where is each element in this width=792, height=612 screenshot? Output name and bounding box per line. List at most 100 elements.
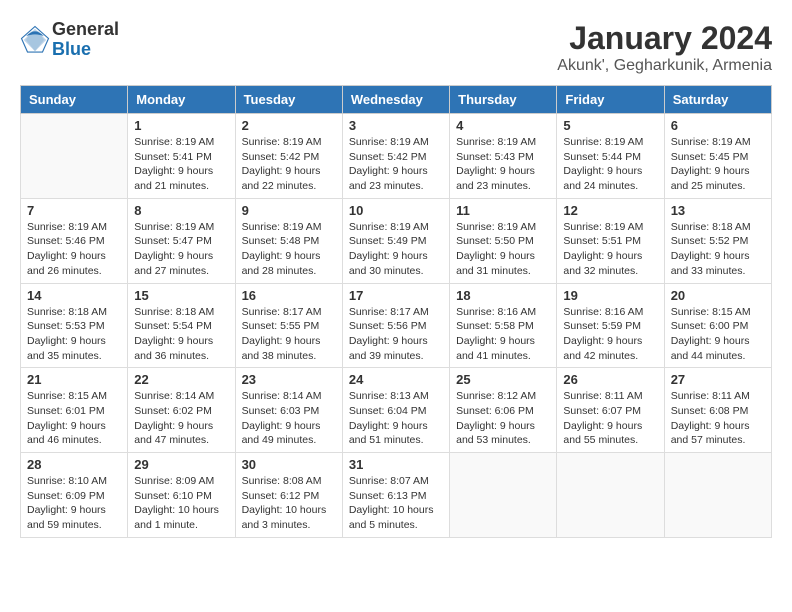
calendar-cell: 21 Sunrise: 8:15 AM Sunset: 6:01 PM Dayli…	[21, 368, 128, 453]
calendar-cell: 28 Sunrise: 8:10 AM Sunset: 6:09 PM Dayli…	[21, 453, 128, 538]
calendar-day-header: Friday	[557, 86, 664, 114]
day-number: 8	[134, 203, 228, 218]
calendar-cell: 16Sunrise: 8:17 AM Sunset: 5:55 PM Dayli…	[235, 283, 342, 368]
day-info: Sunrise: 8:19 AM Sunset: 5:41 PM Dayligh…	[134, 135, 228, 194]
day-number: 18	[456, 288, 550, 303]
day-number: 7	[27, 203, 121, 218]
day-info: Sunrise: 8:18 AM Sunset: 5:53 PM Dayligh…	[27, 305, 121, 364]
day-info: Sunrise: 8:17 AM Sunset: 5:56 PM Dayligh…	[349, 305, 443, 364]
calendar-cell: 9Sunrise: 8:19 AM Sunset: 5:48 PM Daylig…	[235, 198, 342, 283]
calendar-cell: 19 Sunrise: 8:16 AM Sunset: 5:59 PM Dayli…	[557, 283, 664, 368]
calendar-day-header: Monday	[128, 86, 235, 114]
logo-general: General	[52, 20, 119, 40]
calendar-cell: 29 Sunrise: 8:09 AM Sunset: 6:10 PM Dayli…	[128, 453, 235, 538]
calendar-day-header: Saturday	[664, 86, 771, 114]
calendar-cell: 5Sunrise: 8:19 AM Sunset: 5:44 PM Daylig…	[557, 114, 664, 199]
calendar-cell: 23Sunrise: 8:14 AM Sunset: 6:03 PM Dayli…	[235, 368, 342, 453]
calendar-week-row: 14 Sunrise: 8:18 AM Sunset: 5:53 PM Dayli…	[21, 283, 772, 368]
calendar-cell: 7 Sunrise: 8:19 AM Sunset: 5:46 PM Daylig…	[21, 198, 128, 283]
day-number: 30	[242, 457, 336, 472]
logo: General Blue	[20, 20, 119, 60]
day-number: 10	[349, 203, 443, 218]
day-info: Sunrise: 8:19 AM Sunset: 5:49 PM Dayligh…	[349, 220, 443, 279]
day-info: Sunrise: 8:15 AM Sunset: 6:00 PM Dayligh…	[671, 305, 765, 364]
day-info: Sunrise: 8:14 AM Sunset: 6:02 PM Dayligh…	[134, 389, 228, 448]
calendar-cell: 22 Sunrise: 8:14 AM Sunset: 6:02 PM Dayli…	[128, 368, 235, 453]
calendar-cell: 24 Sunrise: 8:13 AM Sunset: 6:04 PM Dayli…	[342, 368, 449, 453]
day-number: 16	[242, 288, 336, 303]
day-info: Sunrise: 8:19 AM Sunset: 5:42 PM Dayligh…	[349, 135, 443, 194]
day-number: 25	[456, 372, 550, 387]
day-number: 14	[27, 288, 121, 303]
day-info: Sunrise: 8:19 AM Sunset: 5:43 PM Dayligh…	[456, 135, 550, 194]
day-number: 23	[242, 372, 336, 387]
day-info: Sunrise: 8:16 AM Sunset: 5:58 PM Dayligh…	[456, 305, 550, 364]
day-info: Sunrise: 8:07 AM Sunset: 6:13 PM Dayligh…	[349, 474, 443, 533]
calendar-cell	[450, 453, 557, 538]
day-number: 11	[456, 203, 550, 218]
calendar-day-header: Wednesday	[342, 86, 449, 114]
calendar-cell: 10 Sunrise: 8:19 AM Sunset: 5:49 PM Dayli…	[342, 198, 449, 283]
day-info: Sunrise: 8:19 AM Sunset: 5:45 PM Dayligh…	[671, 135, 765, 194]
day-info: Sunrise: 8:08 AM Sunset: 6:12 PM Dayligh…	[242, 474, 336, 533]
calendar-cell: 2Sunrise: 8:19 AM Sunset: 5:42 PM Daylig…	[235, 114, 342, 199]
day-number: 26	[563, 372, 657, 387]
day-info: Sunrise: 8:15 AM Sunset: 6:01 PM Dayligh…	[27, 389, 121, 448]
calendar-week-row: 28 Sunrise: 8:10 AM Sunset: 6:09 PM Dayli…	[21, 453, 772, 538]
day-info: Sunrise: 8:19 AM Sunset: 5:46 PM Dayligh…	[27, 220, 121, 279]
day-number: 3	[349, 118, 443, 133]
day-info: Sunrise: 8:10 AM Sunset: 6:09 PM Dayligh…	[27, 474, 121, 533]
day-info: Sunrise: 8:11 AM Sunset: 6:07 PM Dayligh…	[563, 389, 657, 448]
calendar-cell: 11 Sunrise: 8:19 AM Sunset: 5:50 PM Dayli…	[450, 198, 557, 283]
day-info: Sunrise: 8:09 AM Sunset: 6:10 PM Dayligh…	[134, 474, 228, 533]
day-number: 5	[563, 118, 657, 133]
calendar-cell: 18 Sunrise: 8:16 AM Sunset: 5:58 PM Dayli…	[450, 283, 557, 368]
calendar-week-row: 1 Sunrise: 8:19 AM Sunset: 5:41 PM Daylig…	[21, 114, 772, 199]
day-number: 19	[563, 288, 657, 303]
day-info: Sunrise: 8:19 AM Sunset: 5:48 PM Dayligh…	[242, 220, 336, 279]
day-number: 24	[349, 372, 443, 387]
day-info: Sunrise: 8:12 AM Sunset: 6:06 PM Dayligh…	[456, 389, 550, 448]
day-number: 21	[27, 372, 121, 387]
day-number: 29	[134, 457, 228, 472]
calendar-cell: 14 Sunrise: 8:18 AM Sunset: 5:53 PM Dayli…	[21, 283, 128, 368]
day-info: Sunrise: 8:18 AM Sunset: 5:54 PM Dayligh…	[134, 305, 228, 364]
calendar-day-header: Tuesday	[235, 86, 342, 114]
logo-icon	[20, 25, 50, 55]
calendar-header-row: SundayMondayTuesdayWednesdayThursdayFrid…	[21, 86, 772, 114]
calendar-cell: 13Sunrise: 8:18 AM Sunset: 5:52 PM Dayli…	[664, 198, 771, 283]
day-number: 31	[349, 457, 443, 472]
day-info: Sunrise: 8:13 AM Sunset: 6:04 PM Dayligh…	[349, 389, 443, 448]
day-number: 27	[671, 372, 765, 387]
calendar-cell: 4 Sunrise: 8:19 AM Sunset: 5:43 PM Daylig…	[450, 114, 557, 199]
calendar-cell: 3 Sunrise: 8:19 AM Sunset: 5:42 PM Daylig…	[342, 114, 449, 199]
day-number: 6	[671, 118, 765, 133]
day-info: Sunrise: 8:19 AM Sunset: 5:47 PM Dayligh…	[134, 220, 228, 279]
day-info: Sunrise: 8:16 AM Sunset: 5:59 PM Dayligh…	[563, 305, 657, 364]
day-number: 12	[563, 203, 657, 218]
day-info: Sunrise: 8:18 AM Sunset: 5:52 PM Dayligh…	[671, 220, 765, 279]
calendar-cell	[557, 453, 664, 538]
calendar-cell: 20Sunrise: 8:15 AM Sunset: 6:00 PM Dayli…	[664, 283, 771, 368]
calendar-cell	[21, 114, 128, 199]
day-number: 1	[134, 118, 228, 133]
day-number: 4	[456, 118, 550, 133]
calendar-table: SundayMondayTuesdayWednesdayThursdayFrid…	[20, 85, 772, 538]
calendar-cell: 31 Sunrise: 8:07 AM Sunset: 6:13 PM Dayli…	[342, 453, 449, 538]
calendar-week-row: 7 Sunrise: 8:19 AM Sunset: 5:46 PM Daylig…	[21, 198, 772, 283]
page-header: General Blue January 2024 Akunk', Geghar…	[20, 20, 772, 75]
logo-blue: Blue	[52, 40, 119, 60]
calendar-cell: 6 Sunrise: 8:19 AM Sunset: 5:45 PM Daylig…	[664, 114, 771, 199]
day-number: 22	[134, 372, 228, 387]
day-info: Sunrise: 8:19 AM Sunset: 5:50 PM Dayligh…	[456, 220, 550, 279]
calendar-cell: 17Sunrise: 8:17 AM Sunset: 5:56 PM Dayli…	[342, 283, 449, 368]
calendar-cell	[664, 453, 771, 538]
day-number: 2	[242, 118, 336, 133]
day-number: 28	[27, 457, 121, 472]
calendar-cell: 12Sunrise: 8:19 AM Sunset: 5:51 PM Dayli…	[557, 198, 664, 283]
calendar-cell: 26 Sunrise: 8:11 AM Sunset: 6:07 PM Dayli…	[557, 368, 664, 453]
calendar-cell: 25 Sunrise: 8:12 AM Sunset: 6:06 PM Dayli…	[450, 368, 557, 453]
day-info: Sunrise: 8:11 AM Sunset: 6:08 PM Dayligh…	[671, 389, 765, 448]
calendar-cell: 1 Sunrise: 8:19 AM Sunset: 5:41 PM Daylig…	[128, 114, 235, 199]
calendar-cell: 27 Sunrise: 8:11 AM Sunset: 6:08 PM Dayli…	[664, 368, 771, 453]
